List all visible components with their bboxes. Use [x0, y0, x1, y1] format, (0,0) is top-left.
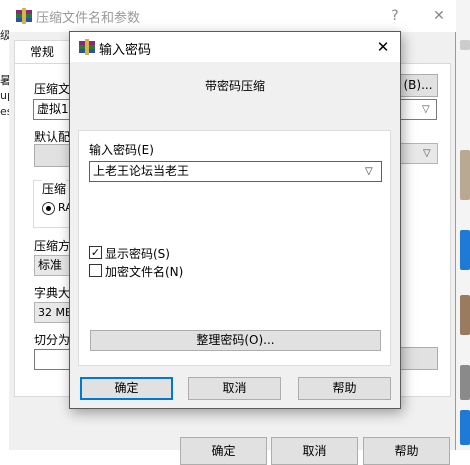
help-button-bottom[interactable]: 帮助	[363, 437, 450, 465]
split-volumes-combobox[interactable]	[34, 349, 74, 370]
checkmark-icon: ✓	[90, 246, 101, 259]
password-panel: 输入密码(E) 上老王论坛当老王 ▽ ✓ 显示密码(S) 加密文件名(N) 整理…	[78, 130, 391, 366]
dictionary-size-combobox[interactable]: 32 MB	[34, 302, 74, 323]
dictionary-size-value: 32 MB	[38, 306, 73, 319]
split-volumes-label: 切分为	[34, 333, 71, 347]
compression-method-combobox[interactable]: 标准	[34, 255, 74, 276]
compression-method-value: 标准	[38, 258, 63, 272]
background-window-left: 级 暑 up es	[0, 0, 9, 450]
password-label: 输入密码(E)	[89, 143, 154, 157]
help-button[interactable]: ?	[373, 0, 417, 32]
format-rar-radio[interactable]	[42, 202, 55, 215]
profiles-button[interactable]	[34, 144, 74, 167]
encrypt-file-names-label: 加密文件名(N)	[105, 265, 184, 279]
update-mode-combobox[interactable]: ▽	[398, 143, 438, 164]
enter-password-dialog: 输入密码 ✕ 带密码压缩 输入密码(E) 上老王论坛当老王 ▽ ✓ 显示密码(S…	[69, 31, 401, 409]
show-password-label: 显示密码(S)	[105, 247, 170, 261]
organize-passwords-button[interactable]: 整理密码(O)...	[90, 330, 381, 351]
background-thumbnail	[460, 295, 470, 335]
chevron-down-icon: ▽	[365, 166, 373, 177]
compression-method-label: 压缩方	[34, 239, 71, 253]
dialog-ok-button[interactable]: 确定	[80, 377, 173, 400]
winrar-icon	[16, 8, 32, 24]
dialog-close-button[interactable]: ✕	[366, 32, 400, 62]
password-input[interactable]: 上老王论坛当老王 ▽	[89, 161, 382, 182]
dictionary-size-label: 字典大	[34, 286, 71, 300]
background-thumbnail	[460, 230, 470, 270]
background-thumbnail	[460, 40, 470, 50]
show-password-checkbox[interactable]: ✓	[89, 246, 102, 259]
cancel-button[interactable]: 取消	[271, 437, 358, 465]
tab-general[interactable]: 常规	[14, 40, 70, 64]
background-text: es	[0, 105, 9, 118]
dialog-title-bar: 输入密码 ✕	[70, 32, 400, 62]
background-thumbnail	[460, 365, 470, 400]
dialog-heading: 带密码压缩	[204, 79, 265, 93]
archive-name-label: 压缩文	[34, 82, 71, 96]
background-text: up	[0, 89, 9, 102]
title-bar: 压缩文件名和参数 ? ✕	[9, 0, 456, 32]
dialog-help-button[interactable]: 帮助	[298, 377, 391, 400]
archive-name-value: 虚拟1	[37, 102, 69, 116]
background-window-right	[456, 0, 470, 450]
dialog-cancel-button[interactable]: 取消	[188, 377, 281, 400]
ok-button[interactable]: 确定	[180, 437, 267, 465]
close-button[interactable]: ✕	[417, 0, 461, 32]
set-password-button[interactable]	[398, 347, 438, 370]
dialog-title: 输入密码	[99, 43, 152, 58]
encrypt-file-names-checkbox[interactable]	[89, 264, 102, 277]
background-text: 暑	[0, 74, 9, 87]
background-thumbnail	[460, 410, 470, 445]
window-title: 压缩文件名和参数	[36, 11, 141, 26]
browse-button[interactable]: (B)...	[398, 74, 438, 97]
password-value: 上老王论坛当老王	[93, 164, 190, 178]
winrar-icon	[79, 39, 95, 55]
chevron-down-icon: ▽	[423, 148, 431, 159]
chevron-down-icon: ▽	[422, 104, 430, 115]
background-thumbnail	[460, 150, 470, 200]
background-text: 级	[0, 29, 9, 42]
archive-format-label: 压缩	[42, 180, 67, 197]
default-profile-label: 默认配	[34, 130, 71, 144]
